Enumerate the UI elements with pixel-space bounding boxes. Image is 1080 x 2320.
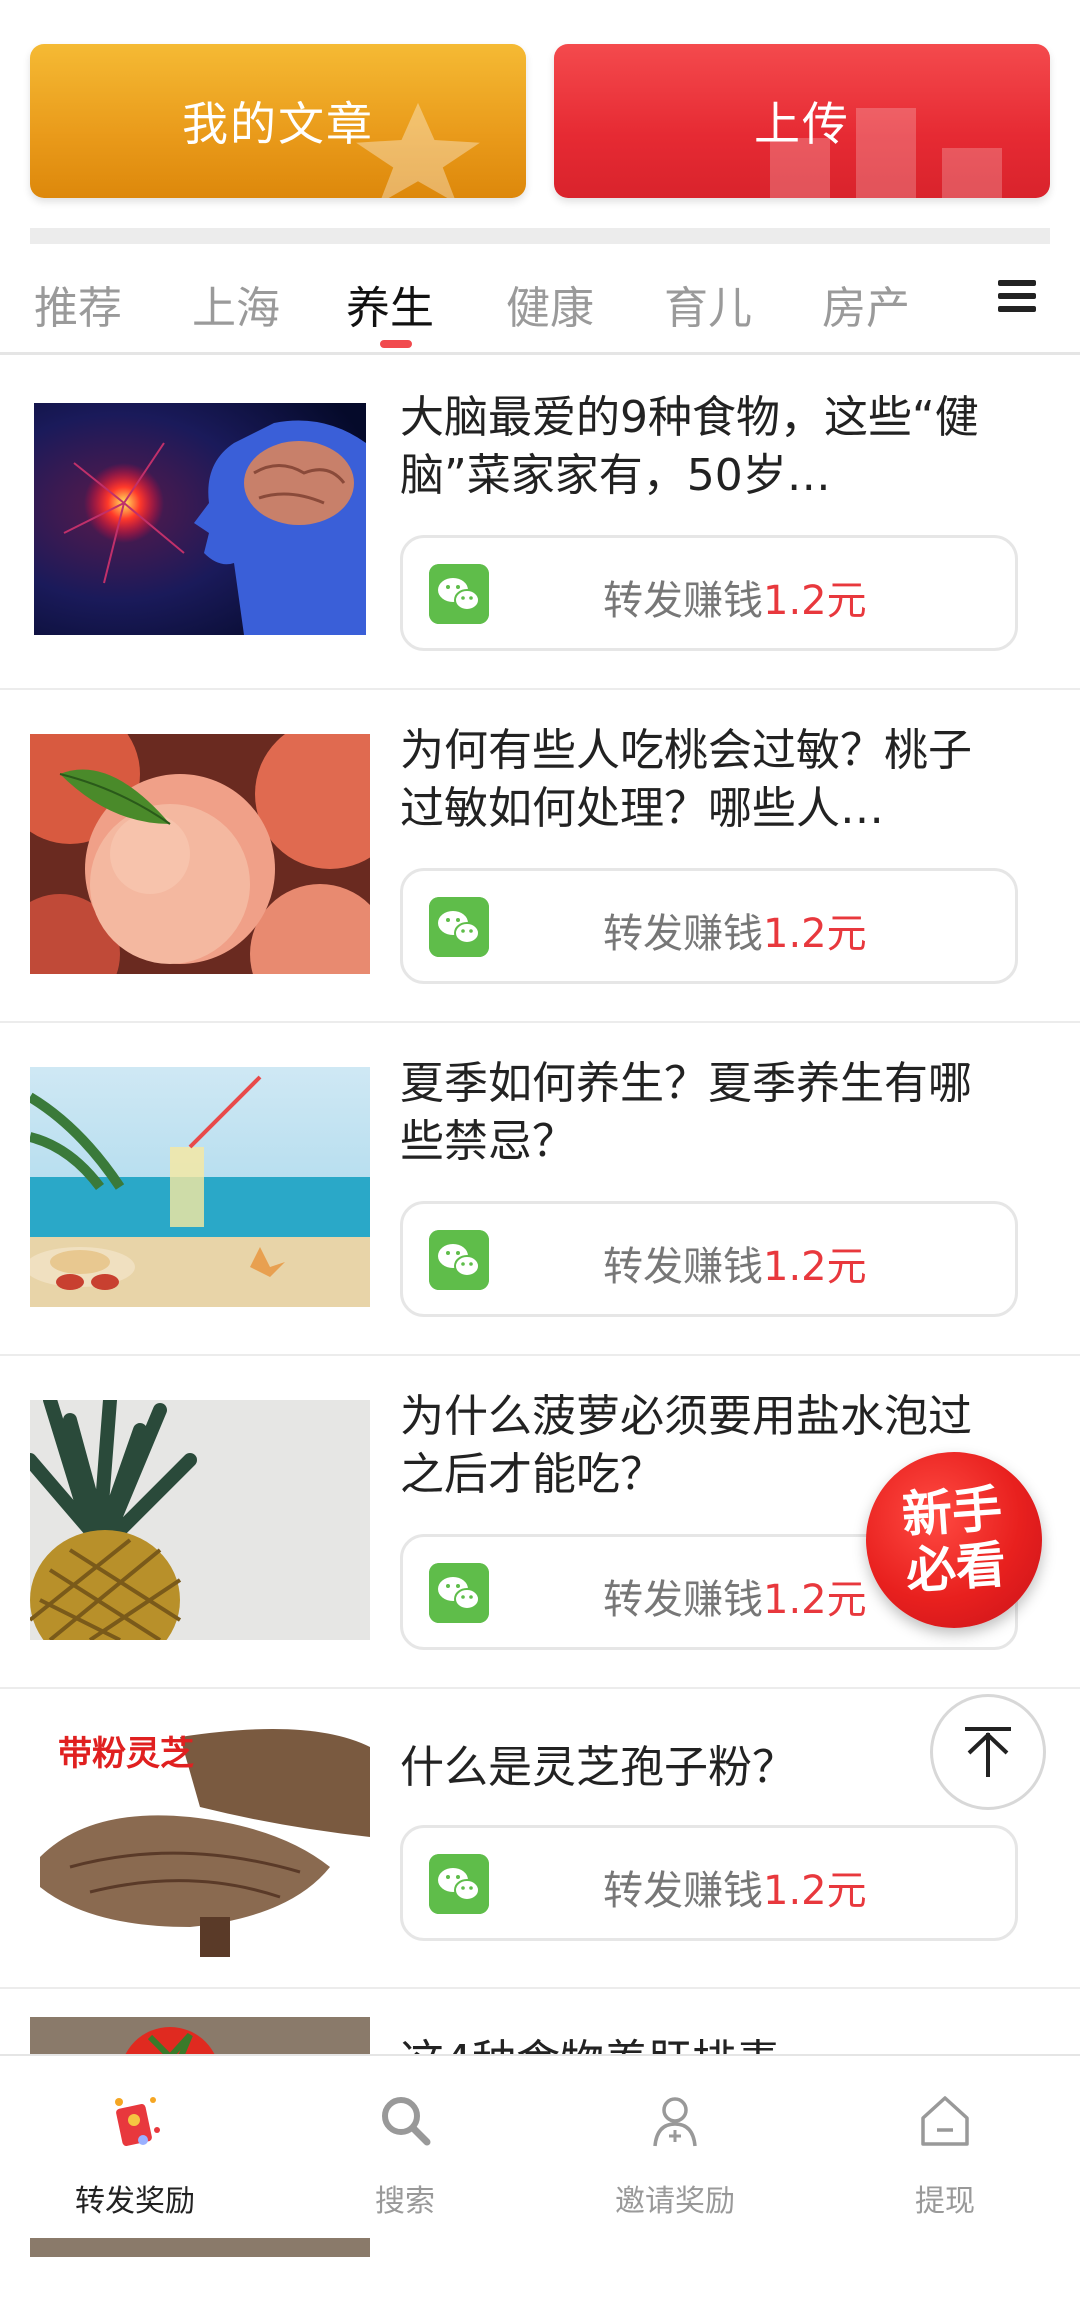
- back-to-top-button[interactable]: [930, 1694, 1046, 1810]
- active-tab-indicator: [380, 340, 412, 348]
- list-item[interactable]: 夏季如何养生？夏季养生有哪些禁忌？ 转发赚钱1.2元: [0, 1021, 1080, 1356]
- lingzhi-image: 带粉灵芝: [30, 1717, 370, 1957]
- invite-user-icon: [653, 2097, 697, 2147]
- category-tabs: 推荐 上海 养生 健康 育儿 房产: [0, 252, 1080, 355]
- article-title[interactable]: 为何有些人吃桃会过敏？桃子过敏如何处理？哪些人…: [400, 722, 1000, 838]
- share-earn-button[interactable]: 转发赚钱1.2元: [400, 868, 1018, 984]
- list-item[interactable]: 为何有些人吃桃会过敏？桃子过敏如何处理？哪些人… 转发赚钱1.2元: [0, 688, 1080, 1023]
- reward-amount: 1.2元: [763, 1577, 867, 1623]
- nav-label: 提现: [915, 2184, 975, 2219]
- search-icon: [382, 2097, 431, 2146]
- menu-icon[interactable]: [998, 280, 1036, 314]
- reward-amount: 1.2元: [763, 911, 867, 957]
- pineapple-image: [30, 1400, 370, 1640]
- tab-shanghai[interactable]: 上海: [192, 272, 280, 336]
- wechat-icon: [429, 897, 489, 957]
- reward-amount: 1.2元: [763, 1868, 867, 1914]
- brain-image: [34, 403, 366, 635]
- share-earn-button[interactable]: 转发赚钱1.2元: [400, 1201, 1018, 1317]
- tab-health-preservation[interactable]: 养生: [346, 272, 434, 336]
- tab-recommend[interactable]: 推荐: [34, 272, 122, 336]
- nav-invite-reward[interactable]: 邀请奖励: [540, 2076, 810, 2226]
- nav-withdraw[interactable]: 提现: [810, 2076, 1080, 2226]
- nav-label: 转发奖励: [75, 2184, 195, 2219]
- wechat-icon: [429, 564, 489, 624]
- reward-amount: 1.2元: [763, 1244, 867, 1290]
- arrow-up-icon: [965, 1727, 1011, 1777]
- banner-divider: [30, 228, 1050, 244]
- my-articles-button[interactable]: 我的文章: [30, 44, 526, 198]
- share-earn-button[interactable]: 转发赚钱1.2元: [400, 1825, 1018, 1941]
- share-earn-button[interactable]: 转发赚钱1.2元: [400, 535, 1018, 651]
- article-title[interactable]: 夏季如何养生？夏季养生有哪些禁忌？: [400, 1055, 1000, 1171]
- tab-parenting[interactable]: 育儿: [664, 272, 752, 336]
- bottom-nav: 转发奖励 搜索 邀请奖励 提现: [0, 2054, 1080, 2238]
- nav-label: 搜索: [375, 2184, 435, 2219]
- upload-label: 上传: [754, 97, 850, 151]
- article-title[interactable]: 大脑最爱的9种食物，这些“健脑”菜家家有，50岁…: [400, 389, 1000, 505]
- share-label: 转发赚钱: [603, 1868, 763, 1914]
- lingzhi-image-caption: 带粉灵芝: [58, 1734, 194, 1774]
- wechat-icon: [429, 1563, 489, 1623]
- wechat-icon: [429, 1230, 489, 1290]
- withdraw-icon: [921, 2096, 969, 2146]
- list-item[interactable]: 带粉灵芝 什么是灵芝孢子粉？ 转发赚钱1.2元: [0, 1687, 1080, 1989]
- tab-real-estate[interactable]: 房产: [822, 272, 910, 336]
- peach-image: [30, 734, 370, 974]
- nav-search[interactable]: 搜索: [270, 2076, 540, 2226]
- nav-forward-reward[interactable]: 转发奖励: [0, 2076, 270, 2226]
- top-actions: 我的文章 上传: [0, 0, 1080, 260]
- share-label: 转发赚钱: [603, 911, 763, 957]
- upload-button[interactable]: 上传: [554, 44, 1050, 198]
- my-articles-label: 我的文章: [182, 97, 374, 151]
- reward-amount: 1.2元: [763, 578, 867, 624]
- red-packet-icon: [115, 2097, 160, 2146]
- list-item[interactable]: 大脑最爱的9种食物，这些“健脑”菜家家有，50岁… 转发赚钱1.2元: [0, 355, 1080, 690]
- share-label: 转发赚钱: [603, 578, 763, 624]
- beach-drink-image: [30, 1067, 370, 1307]
- share-label: 转发赚钱: [603, 1577, 763, 1623]
- tab-health[interactable]: 健康: [506, 272, 594, 336]
- nav-label: 邀请奖励: [615, 2184, 735, 2219]
- novice-guide-label: 新手必看: [900, 1479, 1008, 1601]
- wechat-icon: [429, 1854, 489, 1914]
- share-label: 转发赚钱: [603, 1244, 763, 1290]
- article-title[interactable]: 什么是灵芝孢子粉？: [400, 1739, 1000, 1797]
